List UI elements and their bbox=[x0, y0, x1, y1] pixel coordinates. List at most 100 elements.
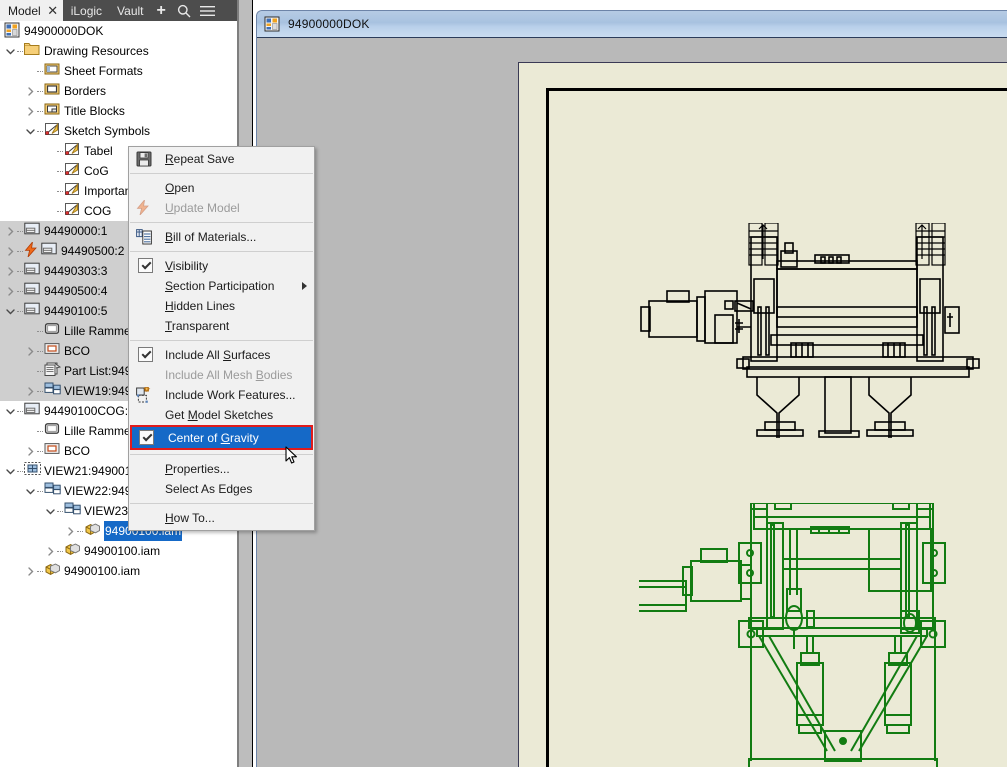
menu-item-get-model-sketches[interactable]: Get Model Sketches bbox=[129, 405, 314, 425]
menu-item-label: Transparent bbox=[165, 319, 229, 333]
menu-item-hidden-lines[interactable]: Hidden Lines bbox=[129, 296, 314, 316]
tree-item-label: VIEW22:9490 bbox=[64, 481, 138, 501]
tree-item-title-blocks[interactable]: Title Blocks bbox=[0, 101, 237, 121]
drawing-view-icon bbox=[41, 242, 59, 260]
tab-model[interactable]: Model bbox=[0, 0, 43, 21]
tree-item-label: 94900100.iam bbox=[64, 561, 140, 581]
menu-item-transparent[interactable]: Transparent bbox=[129, 316, 314, 336]
menu-item-center-of-gravity[interactable]: Center of Gravity bbox=[132, 427, 311, 448]
chevron-right-icon[interactable] bbox=[24, 381, 37, 401]
tree-connector bbox=[57, 211, 63, 212]
add-tab-button[interactable]: + bbox=[151, 0, 172, 21]
sketch-icon bbox=[44, 422, 62, 440]
view-label-icon bbox=[44, 382, 62, 400]
chevron-right-icon[interactable] bbox=[4, 261, 17, 281]
search-icon[interactable] bbox=[172, 0, 196, 21]
tree-connector bbox=[17, 291, 23, 292]
drawing-sheet bbox=[518, 62, 1007, 767]
tree-connector bbox=[37, 351, 43, 352]
tree-connector bbox=[57, 551, 63, 552]
hamburger-menu-icon[interactable] bbox=[196, 0, 220, 21]
chevron-right-icon[interactable] bbox=[4, 221, 17, 241]
chevron-right-icon[interactable] bbox=[24, 341, 37, 361]
menu-item-bill-of-materials[interactable]: Bill of Materials... bbox=[129, 227, 314, 247]
drawing-canvas[interactable] bbox=[257, 39, 1007, 767]
chevron-right-icon[interactable] bbox=[24, 81, 37, 101]
sketch-symbol-icon bbox=[64, 142, 82, 160]
menu-separator bbox=[130, 503, 313, 504]
tree-item-drawing-resources[interactable]: Drawing Resources bbox=[0, 41, 237, 61]
end-elevation-view-selected[interactable] bbox=[639, 503, 989, 767]
chevron-down-icon[interactable] bbox=[4, 301, 17, 321]
submenu-arrow-icon bbox=[302, 282, 307, 290]
assembly-icon bbox=[84, 522, 102, 540]
tree-item-94900100-iam[interactable]: 94900100.iam bbox=[0, 541, 237, 561]
tree-item-sheet-formats[interactable]: Sheet Formats bbox=[0, 61, 237, 81]
tree-connector bbox=[37, 331, 43, 332]
tree-root-label: 94900000DOK bbox=[24, 21, 103, 41]
tree-line-spacer bbox=[44, 201, 57, 221]
menu-item-include-work-features[interactable]: Include Work Features... bbox=[129, 385, 314, 405]
tree-item-label: CoG bbox=[84, 161, 109, 181]
menu-item-how-to[interactable]: How To... bbox=[129, 508, 314, 528]
menu-item-section-participation[interactable]: Section Participation bbox=[129, 276, 314, 296]
drawing-document-window: 94900000DOK bbox=[256, 10, 1007, 767]
chevron-down-icon[interactable] bbox=[24, 481, 37, 501]
menu-item-visibility[interactable]: Visibility bbox=[129, 256, 314, 276]
tree-line-spacer bbox=[44, 181, 57, 201]
tab-ilogic-label: iLogic bbox=[71, 4, 102, 18]
drawing-view-icon bbox=[24, 402, 42, 420]
chevron-down-icon[interactable] bbox=[44, 501, 57, 521]
tree-connector bbox=[57, 151, 63, 152]
chevron-right-icon[interactable] bbox=[4, 281, 17, 301]
menu-item-repeat-save[interactable]: Repeat Save bbox=[129, 149, 314, 169]
tree-item-label: Borders bbox=[64, 81, 106, 101]
tree-connector bbox=[37, 391, 43, 392]
close-tab-button[interactable]: ✕ bbox=[43, 0, 63, 21]
chevron-down-icon[interactable] bbox=[4, 41, 17, 61]
drawing-view-icon bbox=[24, 222, 42, 240]
menu-separator bbox=[130, 340, 313, 341]
tree-item-borders[interactable]: Borders bbox=[0, 81, 237, 101]
chevron-down-icon[interactable] bbox=[24, 121, 37, 141]
front-elevation-view[interactable] bbox=[639, 223, 989, 438]
drawing-view-icon bbox=[24, 302, 42, 320]
tree-line-spacer bbox=[24, 61, 37, 81]
menu-item-label: Hidden Lines bbox=[165, 299, 235, 313]
chevron-right-icon[interactable] bbox=[24, 441, 37, 461]
tree-item-label: Lille Ramme bbox=[64, 321, 131, 341]
tree-item-label: 94490303:3 bbox=[44, 261, 107, 281]
chevron-down-icon[interactable] bbox=[4, 461, 17, 481]
view-label-icon bbox=[64, 502, 82, 520]
menu-item-select-as-edges[interactable]: Select As Edges bbox=[129, 479, 314, 499]
chevron-right-icon[interactable] bbox=[64, 521, 77, 541]
chevron-right-icon[interactable] bbox=[4, 241, 17, 261]
tree-line-spacer bbox=[24, 321, 37, 341]
tab-vault-label: Vault bbox=[117, 4, 143, 18]
tab-vault[interactable]: Vault bbox=[109, 0, 150, 21]
chevron-right-icon[interactable] bbox=[24, 561, 37, 581]
tree-connector bbox=[17, 411, 23, 412]
document-title-bar[interactable]: 94900000DOK bbox=[257, 11, 1007, 38]
chevron-right-icon[interactable] bbox=[44, 541, 57, 561]
chevron-right-icon[interactable] bbox=[24, 101, 37, 121]
tree-root-item[interactable]: 94900000DOK bbox=[0, 21, 237, 41]
checkmark-icon bbox=[138, 347, 153, 362]
menu-item-open[interactable]: Open bbox=[129, 178, 314, 198]
tree-item-label: 94490100:5 bbox=[44, 301, 107, 321]
tree-item-label: Title Blocks bbox=[64, 101, 125, 121]
menu-item-label: Visibility bbox=[165, 259, 208, 273]
tab-ilogic[interactable]: iLogic bbox=[63, 0, 109, 21]
chevron-down-icon[interactable] bbox=[4, 401, 17, 421]
tree-connector bbox=[37, 371, 43, 372]
tree-item-94900100-iam[interactable]: 94900100.iam bbox=[0, 561, 237, 581]
browser-tab-bar: Model ✕ iLogic Vault + bbox=[0, 0, 237, 21]
menu-item-label: Include All Surfaces bbox=[165, 348, 270, 362]
tree-connector bbox=[37, 431, 43, 432]
checkmark-icon bbox=[139, 430, 154, 445]
context-menu[interactable]: Repeat SaveOpenUpdate ModelBill of Mater… bbox=[128, 146, 315, 531]
menu-item-label: Section Participation bbox=[165, 279, 274, 293]
tree-connector bbox=[17, 251, 23, 252]
menu-item-include-all-surfaces[interactable]: Include All Surfaces bbox=[129, 345, 314, 365]
tree-item-sketch-symbols[interactable]: Sketch Symbols bbox=[0, 121, 237, 141]
